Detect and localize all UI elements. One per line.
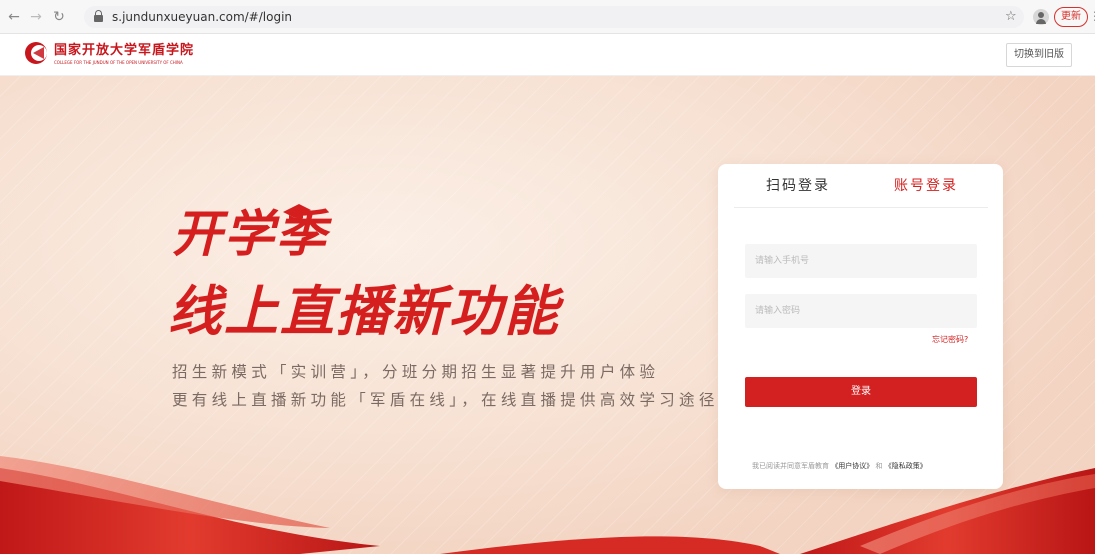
forward-arrow-icon[interactable]: → — [29, 9, 43, 25]
tab-account-login[interactable]: 账号登录 — [894, 176, 958, 196]
address-bar[interactable]: s.jundunxueyuan.com/#/login — [84, 6, 1024, 28]
login-button[interactable]: 登录 — [745, 377, 977, 407]
forgot-password-link[interactable]: 忘记密码? — [932, 335, 968, 345]
browser-toolbar: ← → ↻ s.jundunxueyuan.com/#/login ☆ 更新 ⋮ — [0, 0, 1095, 34]
url-text: s.jundunxueyuan.com/#/login — [112, 10, 293, 24]
agreement-text: 我已阅读并同意军盾教育 《用户协议》 和 《隐私政策》 — [752, 461, 927, 471]
promo-description-line2: 更有线上直播新功能「军盾在线」，在线直播提供高效学习途径 — [172, 391, 719, 409]
menu-dots-icon[interactable]: ⋮ — [1089, 8, 1095, 24]
back-arrow-icon[interactable]: ← — [7, 9, 21, 25]
agreement-prefix: 我已阅读并同意军盾教育 — [752, 462, 829, 470]
promo-description-line1: 招生新模式「实训营」，分班分期招生显著提升用户体验 — [172, 363, 660, 381]
phone-input[interactable] — [745, 244, 977, 278]
site-header: 国家开放大学军盾学院 COLLEGE FOR THE JUNDUN OF THE… — [0, 34, 1095, 76]
privacy-policy-link[interactable]: 《隐私政策》 — [885, 462, 927, 470]
promo-title-line2: 线上直播新功能 — [168, 280, 560, 343]
password-input[interactable] — [745, 294, 977, 328]
reload-icon[interactable]: ↻ — [52, 9, 66, 25]
profile-icon[interactable] — [1033, 9, 1049, 25]
tab-qr-login[interactable]: 扫码登录 — [766, 176, 830, 196]
bookmark-star-icon[interactable]: ☆ — [1005, 9, 1017, 25]
user-agreement-link[interactable]: 《用户协议》 — [831, 462, 873, 470]
tab-divider — [734, 207, 988, 208]
agreement-and: 和 — [875, 462, 883, 470]
graduation-cap-icon — [283, 204, 311, 223]
update-button[interactable]: 更新 — [1054, 7, 1088, 27]
switch-old-version-button[interactable]: 切换到旧版 — [1006, 43, 1072, 67]
hero-banner: 开学季 线上直播新功能 招生新模式「实训营」，分班分期招生显著提升用户体验 更有… — [0, 76, 1095, 554]
school-name: 国家开放大学军盾学院 — [54, 43, 195, 58]
login-card: 扫码登录 账号登录 忘记密码? 登录 我已阅读并同意军盾教育 《用户协议》 和 … — [718, 164, 1003, 489]
school-logo-icon — [25, 42, 47, 64]
school-name-en: COLLEGE FOR THE JUNDUN OF THE OPEN UNIVE… — [54, 60, 183, 65]
lock-icon — [94, 10, 103, 23]
